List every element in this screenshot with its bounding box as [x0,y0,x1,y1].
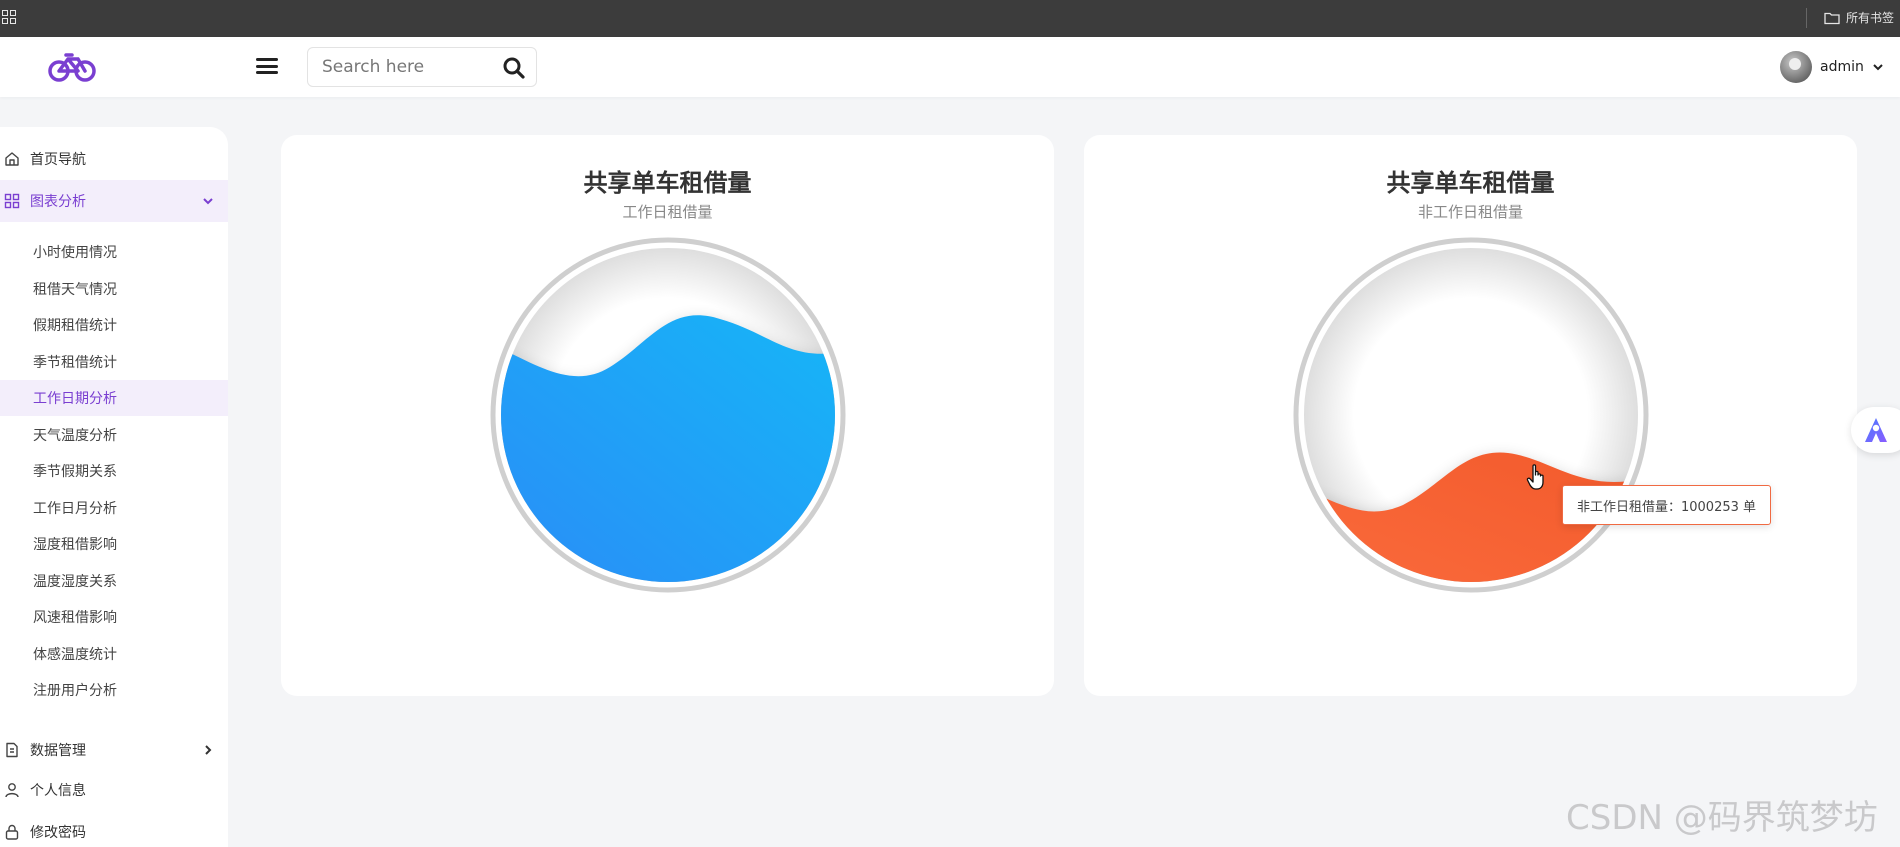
search-input[interactable] [322,56,492,78]
sidebar-item-data-management[interactable]: 数据管理 [0,729,228,771]
liquid-fill-gauge-workday[interactable] [490,237,846,593]
apps-grid-icon[interactable] [2,10,16,24]
submenu-item-registered-users[interactable]: 注册用户分析 [0,672,228,708]
avatar [1780,51,1812,83]
submenu-item-label: 风速租借影响 [33,610,117,626]
sidebar-item-profile[interactable]: 个人信息 [0,769,228,811]
submenu-item-label: 小时使用情况 [33,245,117,261]
csdn-watermark: CSDN @码界筑梦坊 [1566,798,1878,838]
chevron-down-icon [1873,64,1883,71]
sidebar-item-label: 图表分析 [30,194,86,210]
submenu-item-label: 假期租借统计 [33,318,117,334]
user-menu[interactable]: admin [1780,51,1884,83]
sidebar-item-chart-analysis[interactable]: 图表分析 [0,180,228,222]
username: admin [1820,59,1864,75]
submenu-item-humidity-impact[interactable]: 湿度租借影响 [0,526,228,562]
submenu-item-wind-impact[interactable]: 风速租借影响 [0,599,228,635]
card-subtitle: 工作日租借量 [622,203,713,221]
all-bookmarks-button[interactable]: 所有书签 [1824,9,1894,26]
sidebar-item-label: 修改密码 [30,825,86,841]
user-icon [5,783,19,798]
submenu-item-workday-month[interactable]: 工作日月分析 [0,490,228,526]
assistant-icon [1865,418,1887,442]
search-icon[interactable] [502,56,526,80]
floating-assistant-button[interactable] [1851,407,1900,453]
submenu-item-label: 工作日月分析 [33,501,117,517]
submenu-item-label: 季节假期关系 [33,464,117,480]
submenu-item-label: 体感温度统计 [33,647,117,663]
submenu-item-hourly-usage[interactable]: 小时使用情况 [0,234,228,270]
bicycle-icon[interactable] [48,49,96,85]
submenu-item-holiday-stats[interactable]: 假期租借统计 [0,307,228,343]
chart-tooltip: 非工作日租借量：1000253 单 [1562,485,1771,525]
submenu-item-label: 注册用户分析 [33,683,117,699]
submenu-item-weather-rental[interactable]: 租借天气情况 [0,271,228,307]
submenu-item-label: 温度湿度关系 [33,574,117,590]
submenu-item-label: 工作日期分析 [33,391,117,407]
hand-cursor-icon [1526,464,1544,490]
liquid-fill-gauge-non-workday[interactable] [1293,237,1649,593]
submenu-item-season-stats[interactable]: 季节租借统计 [0,344,228,380]
chevron-right-icon [205,745,212,755]
all-bookmarks-label: 所有书签 [1846,11,1895,25]
hamburger-icon[interactable] [256,56,278,76]
sidebar-item-change-password[interactable]: 修改密码 [0,811,228,847]
sidebar-item-label: 数据管理 [30,743,86,759]
card-title: 共享单车租借量 [1386,169,1555,197]
folder-icon [1824,11,1840,25]
submenu-item-label: 湿度租借影响 [33,537,117,553]
document-icon [6,742,18,758]
submenu-item-temp-humidity[interactable]: 温度湿度关系 [0,563,228,599]
sidebar: 首页导航 图表分析 小时使用情况 租借天气情况 假期租借统计 季节租借统计 工作… [0,127,228,847]
submenu-item-label: 季节租借统计 [33,355,117,371]
sidebar-item-label: 首页导航 [30,152,86,168]
submenu-item-label: 天气温度分析 [33,428,117,444]
chevron-down-icon [203,198,213,205]
sidebar-item-label: 个人信息 [30,783,86,799]
sidebar-item-home[interactable]: 首页导航 [0,138,228,180]
lock-icon [5,824,19,840]
submenu-item-workday-analysis[interactable]: 工作日期分析 [0,380,228,416]
browser-bookmark-bar: 所有书签 [0,0,1900,37]
submenu-item-season-holiday[interactable]: 季节假期关系 [0,453,228,489]
top-header: admin [0,37,1900,97]
submenu-item-weather-temp[interactable]: 天气温度分析 [0,417,228,453]
submenu-item-label: 租借天气情况 [33,282,117,298]
submenu-item-feels-like[interactable]: 体感温度统计 [0,636,228,672]
bookmark-bar-divider [1806,8,1807,28]
chart-card-non-workday: 共享单车租借量 非工作日租借量 [1084,135,1857,696]
chart-card-workday: 共享单车租借量 工作日租借量 [281,135,1054,696]
card-subtitle: 非工作日租借量 [1417,203,1523,221]
grid-icon [4,193,20,209]
home-icon [5,152,19,166]
card-title: 共享单车租借量 [583,169,752,197]
search-box [307,47,537,87]
